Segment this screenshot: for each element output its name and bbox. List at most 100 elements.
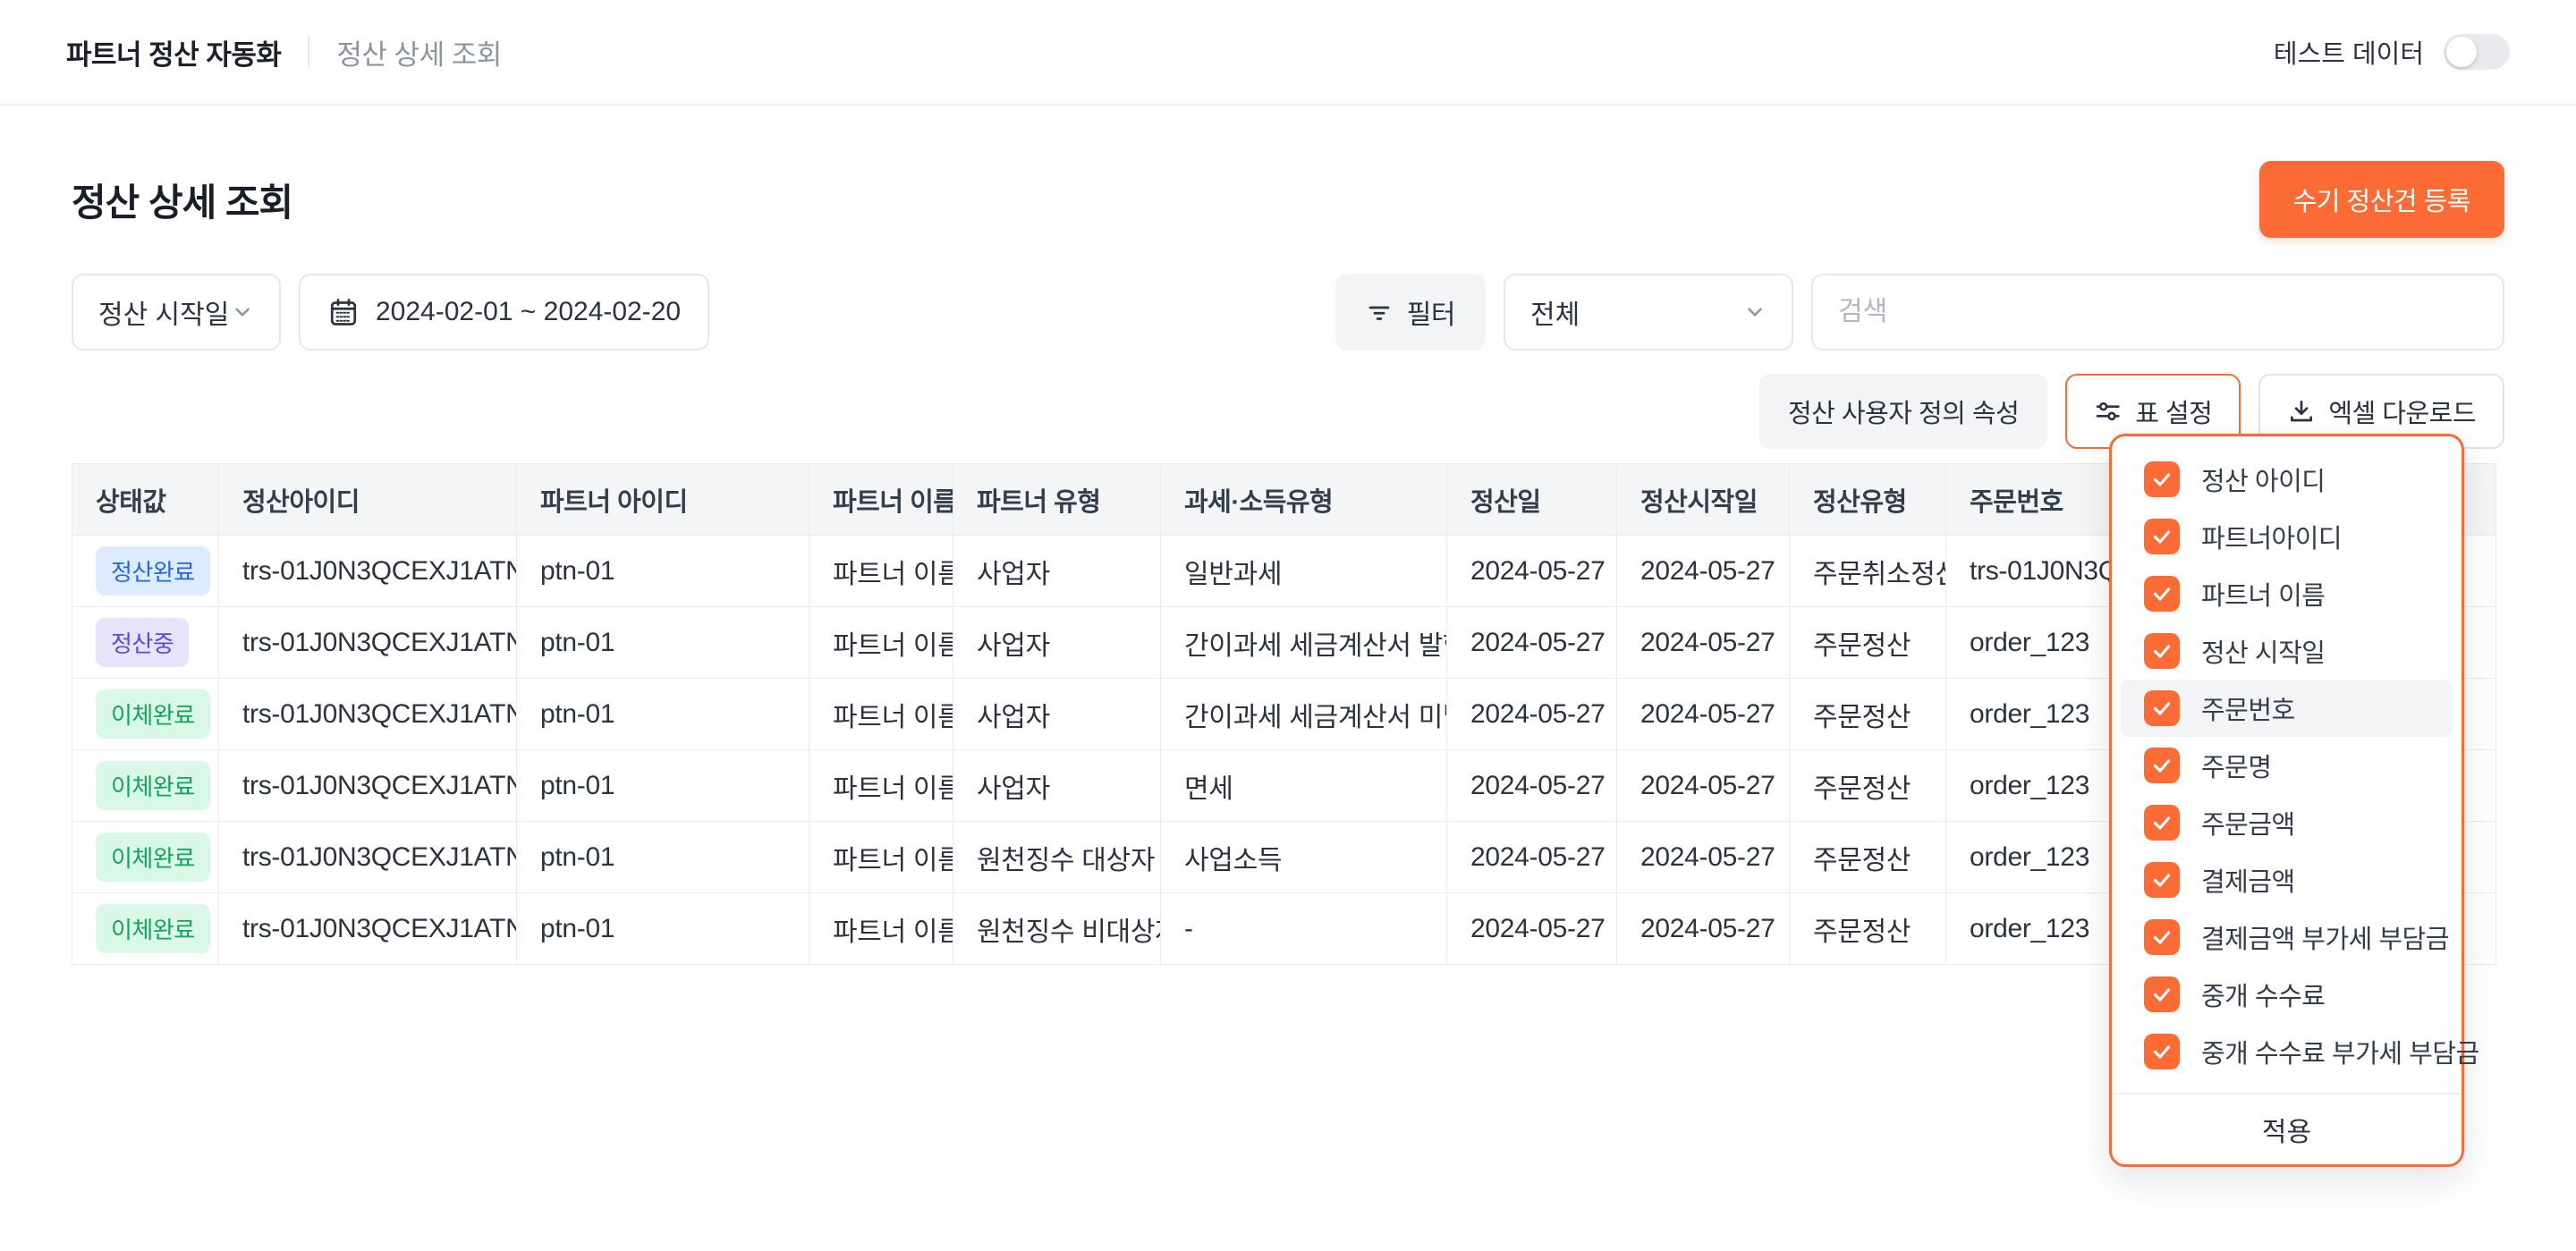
apply-button[interactable]: 적용 <box>2112 1093 2462 1164</box>
cell-settle-start-date: 2024-05-27 <box>1617 750 1790 822</box>
filter-button[interactable]: 필터 <box>1335 274 1486 351</box>
cell-settlement-id: trs-01J0N3QCEXJ1ATN2 <box>219 893 517 965</box>
cell-settle-date: 2024-05-27 <box>1447 750 1617 822</box>
search-input[interactable] <box>1838 297 2478 327</box>
cell-partner-type: 사업자 <box>953 607 1161 679</box>
checkbox-checked-icon[interactable] <box>2144 1034 2180 1069</box>
topbar: 파트너 정산 자동화 정산 상세 조회 테스트 데이터 <box>0 0 2576 106</box>
checkbox-checked-icon[interactable] <box>2144 976 2180 1012</box>
cell-partner-name: 파트너 이름 <box>809 679 953 750</box>
column-toggle-item[interactable]: 주문번호 <box>2121 680 2453 737</box>
topbar-divider <box>308 37 309 67</box>
search-scope-value: 전체 <box>1530 292 1580 332</box>
status-badge: 이체완료 <box>96 761 210 810</box>
date-range-value: 2024-02-01 ~ 2024-02-20 <box>376 297 681 327</box>
search-field <box>1811 274 2504 351</box>
cell-partner-name: 파트너 이름 <box>809 893 953 965</box>
cell-partner-type: 원천징수 비대상자 <box>953 893 1161 965</box>
checkbox-checked-icon[interactable] <box>2144 519 2180 554</box>
cell-settle-start-date: 2024-05-27 <box>1617 679 1790 750</box>
column-toggle-item[interactable]: 정산 시작일 <box>2121 622 2453 680</box>
status-badge: 정산중 <box>96 618 189 667</box>
sliders-icon <box>2094 397 2123 426</box>
cell-settle-type: 주문정산 <box>1790 893 1946 965</box>
date-field-select[interactable]: 정산 시작일 <box>72 274 281 351</box>
column-toggle-label: 정산 아이디 <box>2201 461 2325 498</box>
column-toggle-label: 정산 시작일 <box>2201 632 2325 670</box>
column-toggle-label: 파트너아이디 <box>2201 518 2342 555</box>
checkbox-checked-icon[interactable] <box>2144 805 2180 841</box>
cell-partner-type: 사업자 <box>953 679 1161 750</box>
cell-settle-date: 2024-05-27 <box>1447 822 1617 893</box>
cell-tax-type: - <box>1161 893 1447 965</box>
column-toggle-item[interactable]: 주문명 <box>2121 737 2453 794</box>
column-toggle-label: 주문금액 <box>2201 804 2295 841</box>
column-toggle-item[interactable]: 결제금액 <box>2121 851 2453 909</box>
date-field-select-value: 정산 시작일 <box>98 292 229 332</box>
column-toggle-label: 주문명 <box>2201 747 2272 784</box>
cell-partner-id: ptn-01 <box>517 822 809 893</box>
cell-settle-date: 2024-05-27 <box>1447 607 1617 679</box>
cell-settle-start-date: 2024-05-27 <box>1617 822 1790 893</box>
cell-partner-id: ptn-01 <box>517 679 809 750</box>
column-toggle-label: 중개 수수료 <box>2201 976 2325 1013</box>
chevron-down-icon <box>231 300 254 324</box>
cell-settle-date: 2024-05-27 <box>1447 893 1617 965</box>
cell-tax-type: 간이과세 세금계산서 발행 <box>1161 607 1447 679</box>
calendar-icon <box>327 296 360 328</box>
table-settings-panel: 정산 아이디 파트너아이디 파트너 이름 정산 시작일 주문번호 주문명 <box>2109 434 2464 1167</box>
checkbox-checked-icon[interactable] <box>2144 461 2180 497</box>
cell-partner-type: 원천징수 대상자 <box>953 822 1161 893</box>
column-toggle-item[interactable]: 파트너아이디 <box>2121 508 2453 565</box>
cell-partner-id: ptn-01 <box>517 607 809 679</box>
cell-settlement-id: trs-01J0N3QCEXJ1ATN2 <box>219 607 517 679</box>
settlement-custom-attr-button[interactable]: 정산 사용자 정의 속성 <box>1759 374 2047 449</box>
cell-settle-type: 주문정산 <box>1790 750 1946 822</box>
cell-partner-id: ptn-01 <box>517 750 809 822</box>
test-data-toggle[interactable] <box>2444 34 2510 70</box>
filter-button-label: 필터 <box>1407 292 1455 332</box>
column-toggle-item[interactable]: 정산 아이디 <box>2121 451 2453 508</box>
test-data-label: 테스트 데이터 <box>2274 33 2424 71</box>
download-icon <box>2287 397 2316 426</box>
cell-tax-type: 간이과세 세금계산서 미발행 <box>1161 679 1447 750</box>
column-header: 파트너 이름 <box>809 464 953 536</box>
cell-settle-type: 주문취소정산 <box>1790 536 1946 607</box>
column-toggle-label: 결제금액 <box>2201 861 2295 899</box>
cell-tax-type: 면세 <box>1161 750 1447 822</box>
cell-settlement-id: trs-01J0N3QCEXJ1ATN2 <box>219 536 517 607</box>
checkbox-checked-icon[interactable] <box>2144 576 2180 612</box>
column-toggle-label: 주문번호 <box>2201 689 2295 727</box>
search-scope-select[interactable]: 전체 <box>1504 274 1793 351</box>
excel-download-label: 엑셀 다운로드 <box>2328 393 2476 430</box>
cell-settlement-id: trs-01J0N3QCEXJ1ATN2 <box>219 679 517 750</box>
column-toggle-item[interactable]: 주문금액 <box>2121 794 2453 851</box>
column-toggle-item[interactable]: 파트너 이름 <box>2121 565 2453 622</box>
column-toggle-label: 중개 수수료 부가세 부담금 <box>2201 1033 2479 1070</box>
checkbox-checked-icon[interactable] <box>2144 690 2180 726</box>
column-toggle-item[interactable]: 중개 수수료 부가세 부담금 <box>2121 1023 2453 1080</box>
column-toggle-item[interactable]: 중개 수수료 <box>2121 966 2453 1023</box>
cell-tax-type: 일반과세 <box>1161 536 1447 607</box>
cell-settle-type: 주문정산 <box>1790 679 1946 750</box>
column-toggle-label: 파트너 이름 <box>2201 575 2325 613</box>
manual-settlement-register-button[interactable]: 수기 정산건 등록 <box>2259 161 2504 238</box>
chevron-down-icon <box>1743 300 1767 324</box>
column-header: 정산일 <box>1447 464 1617 536</box>
cell-partner-name: 파트너 이름 <box>809 607 953 679</box>
cell-settle-date: 2024-05-27 <box>1447 536 1617 607</box>
column-header: 정산아이디 <box>219 464 517 536</box>
toggle-knob <box>2446 37 2477 67</box>
column-toggle-item[interactable]: 결제금액 부가세 부담금 <box>2121 909 2453 966</box>
status-badge: 이체완료 <box>96 833 210 882</box>
cell-partner-name: 파트너 이름 <box>809 750 953 822</box>
checkbox-checked-icon[interactable] <box>2144 748 2180 783</box>
checkbox-checked-icon[interactable] <box>2144 862 2180 898</box>
cell-partner-name: 파트너 이름 <box>809 822 953 893</box>
checkbox-checked-icon[interactable] <box>2144 633 2180 669</box>
cell-partner-id: ptn-01 <box>517 893 809 965</box>
status-badge: 정산완료 <box>96 546 210 596</box>
checkbox-checked-icon[interactable] <box>2144 919 2180 955</box>
date-range-picker[interactable]: 2024-02-01 ~ 2024-02-20 <box>299 274 709 351</box>
status-badge: 이체완료 <box>96 689 210 739</box>
